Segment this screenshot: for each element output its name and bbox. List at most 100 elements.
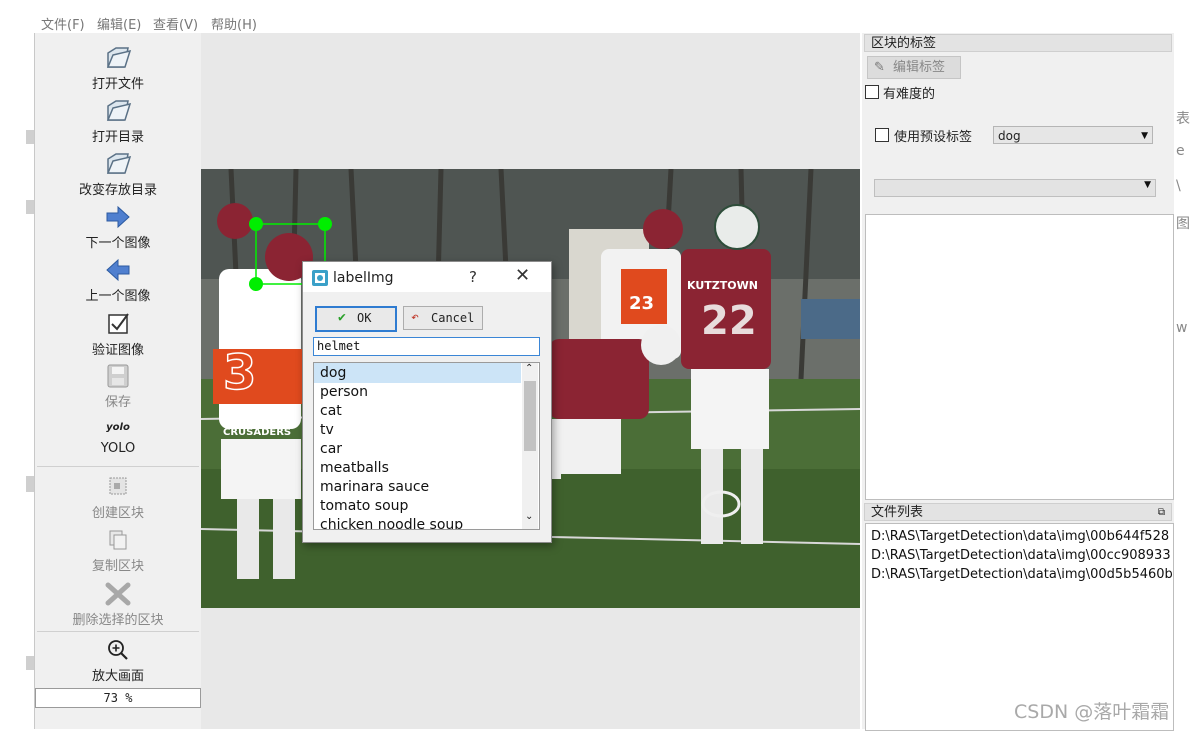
difficult-label: 有难度的 — [883, 87, 936, 102]
box-labels-title: 区块的标签 — [864, 34, 1172, 52]
undo-icon: ↶ — [411, 310, 419, 325]
copy-icon — [109, 530, 127, 550]
cropped-glyph: \ — [1176, 178, 1181, 194]
delete-icon — [105, 582, 131, 606]
file-item[interactable]: D:\RAS\TargetDetection\data\img\00d5b546… — [871, 567, 1173, 582]
cropped-window-edge: 表 e \ 图 w — [1174, 0, 1201, 729]
label-list[interactable]: dog person cat tv car meatballs marinara… — [313, 362, 540, 530]
ok-label: OK — [357, 311, 372, 325]
cropped-glyph: 表 — [1176, 111, 1190, 127]
change-save-dir-button[interactable]: 改变存放目录 — [35, 151, 201, 198]
default-label-select[interactable]: dog ▼ — [993, 126, 1153, 144]
cropped-glyph: e — [1176, 143, 1185, 159]
zoom-in-label: 放大画面 — [91, 669, 144, 684]
open-file-button[interactable]: 打开文件 — [35, 45, 201, 92]
dialog-titlebar[interactable]: labelImg ? ✕ — [303, 262, 551, 292]
prev-image-button[interactable]: 上一个图像 — [35, 257, 201, 304]
scrollbar-thumb[interactable] — [524, 381, 536, 451]
edit-label-text: 编辑标签 — [893, 60, 946, 75]
toolbar: 打开文件 打开目录 改变存放目录 下一个图像 上一个图像 验证图像 保存 yol… — [34, 33, 202, 729]
duplicate-box-button[interactable]: 复制区块 — [35, 527, 201, 574]
delete-box-button[interactable]: 删除选择的区块 — [35, 581, 201, 628]
jersey-team: KUTZTOWN — [687, 279, 758, 292]
default-label-value: dog — [998, 129, 1021, 143]
list-item[interactable]: cat — [320, 402, 342, 421]
file-item[interactable]: D:\RAS\TargetDetection\data\img\00b644f5… — [871, 529, 1169, 544]
label-input[interactable]: helmet — [313, 337, 540, 356]
scroll-down-icon[interactable]: ⌄ — [525, 511, 533, 522]
dialog-title: labelImg — [333, 270, 394, 286]
menu-help[interactable]: 帮助(H) — [211, 14, 257, 33]
watermark: CSDN @落叶霜霜 — [1014, 701, 1170, 723]
create-box-button[interactable]: 创建区块 — [35, 474, 201, 521]
list-item[interactable]: marinara sauce — [320, 478, 429, 497]
jersey-number: 3 — [223, 345, 256, 401]
right-dock: 区块的标签 ✎ 编辑标签 有难度的 使用预设标签 dog ▼ ▼ 文件列表 ⧉ … — [862, 33, 1174, 731]
edge-mark — [26, 200, 34, 214]
edge-mark — [26, 656, 34, 670]
yolo-label: YOLO — [100, 441, 136, 456]
delete-box-label: 删除选择的区块 — [72, 613, 164, 628]
edge-mark — [26, 130, 34, 144]
toolbar-divider — [37, 466, 199, 467]
yolo-icon: yolo — [106, 422, 130, 433]
list-item[interactable]: dog — [320, 364, 346, 383]
create-box-label: 创建区块 — [91, 506, 144, 521]
help-button[interactable]: ? — [469, 268, 477, 286]
list-item[interactable]: meatballs — [320, 459, 389, 478]
edge-mark — [26, 476, 34, 492]
file-list-title-text: 文件列表 — [871, 505, 924, 520]
menu-view[interactable]: 查看(V) — [153, 14, 198, 33]
label-filter-combo[interactable]: ▼ — [874, 179, 1156, 197]
save-button[interactable]: 保存 — [35, 363, 201, 410]
app-icon — [312, 270, 328, 286]
ok-button[interactable]: ✔ OK — [315, 306, 397, 332]
next-image-button[interactable]: 下一个图像 — [35, 204, 201, 251]
yolo-format-button[interactable]: yolo YOLO — [35, 421, 201, 456]
save-label: 保存 — [104, 395, 131, 410]
file-item[interactable]: D:\RAS\TargetDetection\data\img\00cc9089… — [871, 548, 1171, 563]
zoom-level-field[interactable]: 73 % — [35, 688, 201, 708]
menu-file[interactable]: 文件(F) — [41, 14, 85, 33]
verify-image-button[interactable]: 验证图像 — [35, 311, 201, 358]
jersey-number: 23 — [629, 293, 654, 314]
list-item[interactable]: chicken noodle soup — [320, 516, 463, 529]
edit-label-button[interactable]: ✎ 编辑标签 — [867, 56, 961, 79]
chevron-down-icon: ▼ — [1144, 180, 1151, 190]
list-item[interactable]: tomato soup — [320, 497, 408, 516]
menu-edit[interactable]: 编辑(E) — [97, 14, 141, 33]
list-item[interactable]: person — [320, 383, 368, 402]
cropped-glyph: 图 — [1176, 216, 1190, 232]
use-default-label: 使用预设标签 — [894, 130, 973, 145]
close-button[interactable]: ✕ — [515, 265, 530, 286]
zoom-in-button[interactable]: 放大画面 — [35, 637, 201, 684]
list-item[interactable]: car — [320, 440, 342, 459]
difficult-checkbox[interactable] — [865, 85, 879, 99]
duplicate-box-label: 复制区块 — [91, 559, 144, 574]
cancel-button[interactable]: ↶ Cancel — [403, 306, 483, 330]
create-box-icon — [109, 477, 127, 495]
cropped-glyph: w — [1176, 320, 1188, 336]
next-image-label: 下一个图像 — [85, 236, 151, 251]
jersey-number: 22 — [701, 298, 757, 344]
folder-icon — [106, 47, 132, 68]
zoom-in-icon — [108, 640, 128, 660]
jersey-team: CRUSADERS — [223, 427, 291, 438]
use-default-checkbox[interactable] — [875, 128, 889, 142]
change-save-dir-label: 改变存放目录 — [78, 183, 157, 198]
open-file-label: 打开文件 — [91, 77, 144, 92]
list-scrollbar[interactable]: ⌃ ⌄ — [522, 363, 538, 529]
open-dir-button[interactable]: 打开目录 — [35, 98, 201, 145]
folder-icon — [106, 100, 132, 121]
checkmark-icon: ✔ — [338, 310, 346, 325]
box-label-list[interactable] — [865, 214, 1174, 500]
save-icon — [107, 364, 129, 388]
left-edge-strip — [0, 0, 34, 729]
open-dir-label: 打开目录 — [91, 130, 144, 145]
checkbox-icon — [108, 313, 129, 334]
file-list-title: 文件列表 ⧉ — [864, 503, 1172, 521]
list-item[interactable]: tv — [320, 421, 334, 440]
prev-image-label: 上一个图像 — [85, 289, 151, 304]
float-icon[interactable]: ⧉ — [1158, 504, 1165, 522]
scroll-up-icon[interactable]: ⌃ — [525, 363, 533, 374]
